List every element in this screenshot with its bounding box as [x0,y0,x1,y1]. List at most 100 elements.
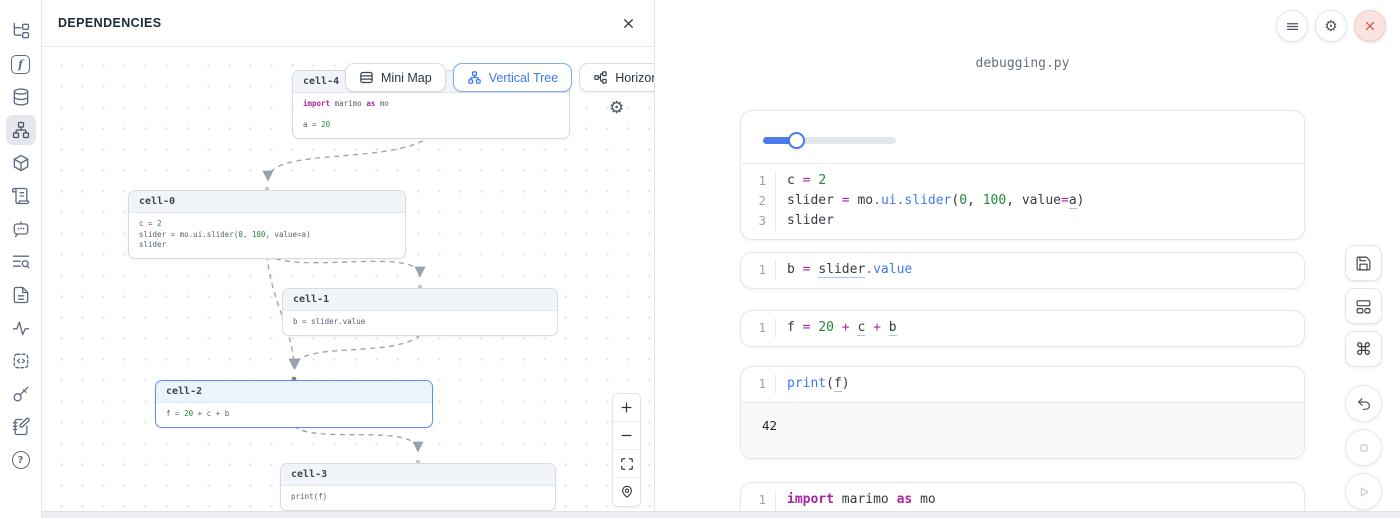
notebook-cell[interactable]: 1c = 2 2slider = mo.ui.slider(0, 100, va… [740,110,1305,240]
line-number: 3 [741,211,775,231]
graph-node-code: b = slider.value [283,311,557,335]
sidebar-item-logs-search[interactable] [6,247,36,277]
zoom-out-button[interactable] [613,422,640,450]
sidebar-item-file-explorer[interactable] [6,16,36,46]
vertical-tree-icon [467,70,482,85]
mini-map-button[interactable]: Mini Map [345,63,446,92]
layout-icon [1355,298,1372,315]
code-line: b = slider.value [775,260,1304,280]
dependency-graph-icon [11,120,31,140]
sidebar-item-documentation[interactable] [6,181,36,211]
snippets-icon [11,351,31,371]
graph-node-title: cell-1 [283,289,557,311]
dependencies-title: DEPENDENCIES [58,16,161,30]
line-number: 2 [741,191,775,211]
key-icon [11,384,31,404]
graph-node-code: import marimo as mo a = 20 [293,93,569,138]
code-line: print(f) [775,374,1304,394]
dependencies-header: DEPENDENCIES [42,0,654,47]
line-number: 1 [741,374,775,394]
graph-node-cell-1[interactable]: cell-1 b = slider.value [282,288,558,336]
left-icon-rail: f ? [0,0,42,518]
code-line: c = 2 [775,171,1304,191]
line-number: 1 [741,318,775,338]
play-icon [1356,484,1372,500]
sidebar-item-datasources[interactable] [6,82,36,112]
notebook-cell[interactable]: 1print(f) 42 [740,366,1305,459]
scratchpad-icon [11,417,31,437]
sidebar-item-variables[interactable]: f [6,49,36,79]
sidebar-item-dependency-graph[interactable] [6,115,36,145]
cell-output [741,111,1304,163]
slider-thumb[interactable] [788,132,805,149]
sidebar-item-tracing[interactable] [6,313,36,343]
ai-chat-icon [11,219,31,239]
fit-view-button[interactable] [613,450,640,478]
close-panel-button[interactable] [621,16,636,31]
graph-canvas[interactable]: cell-4 import marimo as mo a = 20 cell-0… [42,48,654,511]
notebook-cell[interactable]: 1f = 20 + c + b [740,310,1305,347]
code-editor[interactable]: 1print(f) [741,367,1304,402]
function-icon: f [11,55,30,74]
code-line: slider [775,211,1304,231]
graph-node-title: cell-2 [156,381,432,403]
horizontal-tree-icon [593,70,608,85]
list-search-icon [11,252,31,272]
center-node-button[interactable] [613,478,640,506]
zoom-in-button[interactable] [613,394,640,422]
notebook-side-actions: ⌘ [1345,245,1382,510]
vertical-tree-button[interactable]: Vertical Tree [453,63,572,92]
layout-button[interactable] [1345,288,1382,324]
gear-icon: ⚙ [1324,19,1337,34]
sidebar-item-snippets[interactable] [6,346,36,376]
save-button[interactable] [1345,245,1382,281]
slider-widget[interactable] [763,132,896,149]
notebook-header-actions: ⚙ [1276,10,1386,42]
sidebar-item-help[interactable]: ? [6,445,36,475]
bottom-edge-strip [42,511,1400,518]
graph-node-title: cell-0 [129,191,405,213]
horizontal-tree-button[interactable]: Horizontal Tree [579,63,654,92]
command-icon: ⌘ [1355,341,1372,358]
sidebar-item-secrets[interactable] [6,379,36,409]
code-editor[interactable]: 1c = 2 2slider = mo.ui.slider(0, 100, va… [741,164,1304,239]
graph-node-code: c = 2 slider = mo.ui.slider(0, 100, valu… [129,213,405,258]
graph-node-cell-3[interactable]: cell-3 print(f) [280,463,556,511]
sidebar-item-scratchpad[interactable] [6,412,36,442]
mini-map-icon [359,70,374,85]
code-line: slider = mo.ui.slider(0, 100, value=a) [775,191,1304,211]
graph-node-cell-0[interactable]: cell-0 c = 2 slider = mo.ui.slider(0, 10… [128,190,406,259]
console-output: 42 [741,402,1304,458]
undo-icon [1356,396,1372,412]
map-pin-icon [620,485,634,499]
run-button[interactable] [1345,473,1382,510]
plus-icon [619,400,634,415]
graph-node-code: print(f) [281,486,555,510]
sidebar-item-ai-chat[interactable] [6,214,36,244]
close-icon [1363,19,1377,33]
stop-button[interactable] [1345,429,1382,466]
hamburger-icon [1285,19,1300,34]
close-icon [621,16,636,31]
shutdown-button[interactable] [1354,10,1386,42]
code-editor[interactable]: 1f = 20 + c + b [741,311,1304,346]
undo-button[interactable] [1345,385,1382,422]
code-line: import marimo as mo [775,490,1304,510]
sidebar-item-files[interactable] [6,280,36,310]
settings-button[interactable]: ⚙ [1315,10,1347,42]
file-text-icon [11,285,31,305]
sidebar-item-packages[interactable] [6,148,36,178]
command-palette-button[interactable]: ⌘ [1345,331,1382,367]
graph-settings-button[interactable]: ⚙ [609,99,624,116]
menu-button[interactable] [1276,10,1308,42]
graph-zoom-controls [612,393,641,507]
code-editor[interactable]: 1b = slider.value [741,253,1304,288]
notebook-cell[interactable]: 1b = slider.value [740,252,1305,289]
line-number: 1 [741,490,775,510]
maximize-icon [620,457,634,471]
graph-node-cell-2[interactable]: cell-2 f = 20 + c + b [155,380,433,428]
file-tree-icon [11,21,31,41]
line-number: 1 [741,171,775,191]
save-icon [1355,255,1372,272]
minus-icon [619,428,634,443]
